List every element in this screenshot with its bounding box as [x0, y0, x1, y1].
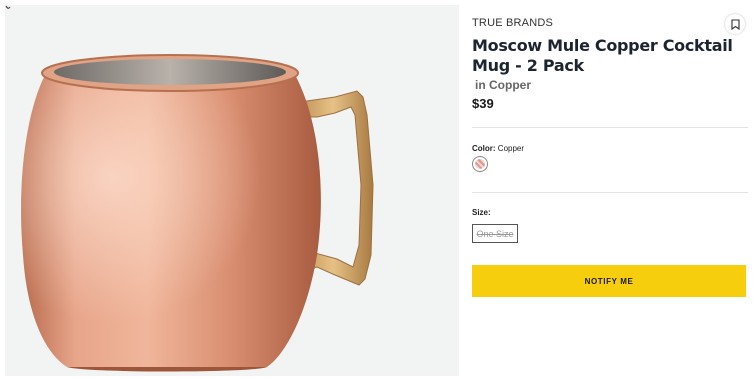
diagonal-stripe-swatch-icon [475, 159, 485, 169]
size-label: Size: [472, 208, 491, 217]
bookmark-icon [730, 18, 740, 30]
color-label-key: Color: [472, 144, 496, 153]
product-image-panel[interactable] [5, 5, 459, 376]
divider [472, 192, 748, 193]
brand-name[interactable]: TRUE BRANDS [472, 17, 553, 29]
product-price: $39 [472, 96, 494, 111]
color-swatch-copper[interactable] [472, 156, 488, 172]
bookmark-button[interactable] [725, 14, 745, 34]
color-label: Color: Copper [472, 144, 524, 153]
copper-mug-image [21, 54, 374, 372]
divider [472, 127, 748, 128]
product-variant: in Copper [475, 78, 531, 92]
carousel-indicator-icon[interactable] [5, 5, 11, 11]
size-option-one-size[interactable]: One Size [472, 224, 518, 243]
product-title: Moscow Mule Copper Cocktail Mug - 2 Pack [472, 36, 733, 75]
color-label-value: Copper [497, 144, 525, 153]
notify-me-button[interactable]: NOTIFY ME [472, 265, 746, 297]
